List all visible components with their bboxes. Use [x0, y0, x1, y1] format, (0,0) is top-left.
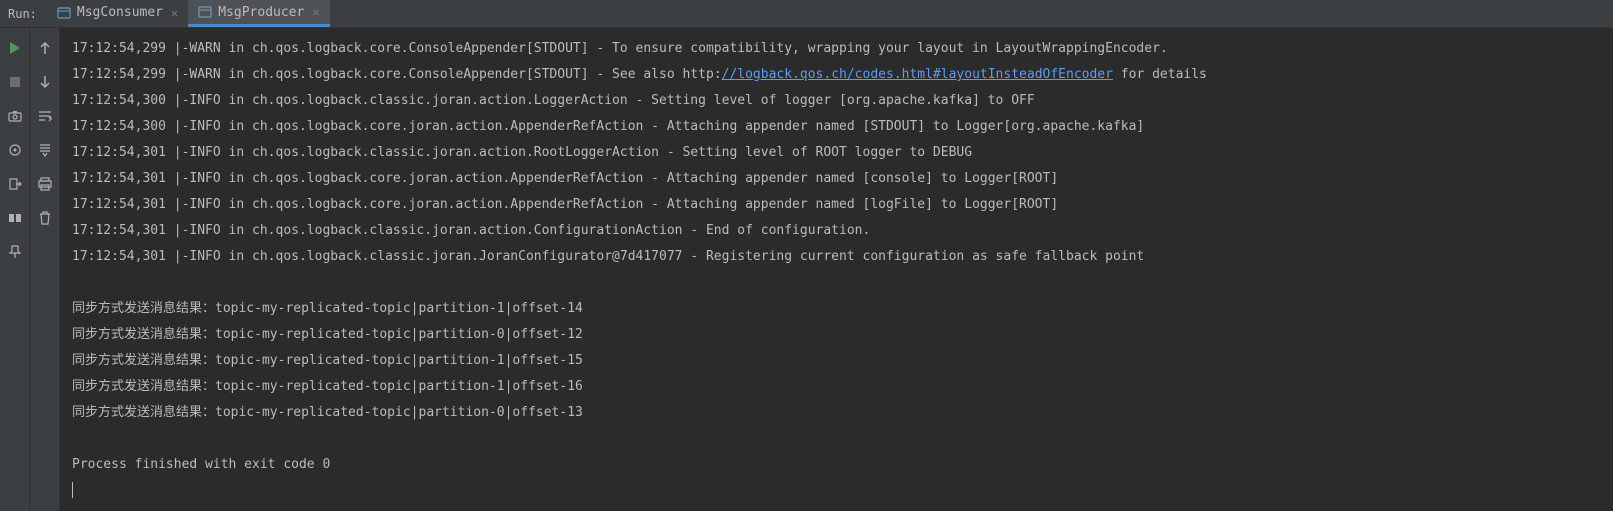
log-link[interactable]: //logback.qos.ch/codes.html#layoutInstea…: [722, 67, 1113, 82]
log-line: 17:12:54,301 |-INFO in ch.qos.logback.co…: [72, 192, 1601, 218]
run-label: Run:: [8, 7, 37, 21]
close-icon[interactable]: ✕: [312, 5, 319, 19]
log-line: [72, 270, 1601, 296]
log-line: 同步方式发送消息结果：topic-my-replicated-topic|par…: [72, 374, 1601, 400]
main-area: 17:12:54,299 |-WARN in ch.qos.logback.co…: [0, 28, 1613, 511]
camera-icon[interactable]: [5, 106, 25, 126]
print-icon[interactable]: [35, 174, 55, 194]
log-line: 17:12:54,301 |-INFO in ch.qos.logback.cl…: [72, 140, 1601, 166]
up-arrow-icon[interactable]: [35, 38, 55, 58]
log-line: 17:12:54,301 |-INFO in ch.qos.logback.cl…: [72, 244, 1601, 270]
log-line: 17:12:54,301 |-INFO in ch.qos.logback.co…: [72, 166, 1601, 192]
soft-wrap-icon[interactable]: [35, 106, 55, 126]
log-line: 同步方式发送消息结果：topic-my-replicated-topic|par…: [72, 322, 1601, 348]
run-config-icon: [198, 5, 212, 19]
tab-msgproducer[interactable]: MsgProducer ✕: [188, 0, 329, 27]
log-line: 17:12:54,300 |-INFO in ch.qos.logback.co…: [72, 114, 1601, 140]
log-line: 17:12:54,300 |-INFO in ch.qos.logback.cl…: [72, 88, 1601, 114]
log-line: 同步方式发送消息结果：topic-my-replicated-topic|par…: [72, 296, 1601, 322]
tab-label: MsgConsumer: [77, 5, 163, 20]
close-icon[interactable]: ✕: [171, 6, 178, 20]
stop-disabled-icon: [5, 72, 25, 92]
run-config-icon: [57, 6, 71, 20]
tab-label: MsgProducer: [218, 5, 304, 20]
trash-icon[interactable]: [35, 208, 55, 228]
log-line: 17:12:54,299 |-WARN in ch.qos.logback.co…: [72, 36, 1601, 62]
log-line: Process finished with exit code 0: [72, 452, 1601, 478]
caret-line: [72, 478, 1601, 504]
console-output[interactable]: 17:12:54,299 |-WARN in ch.qos.logback.co…: [60, 28, 1613, 511]
console-toolbar: [30, 28, 60, 511]
run-header: Run: MsgConsumer ✕ MsgProducer ✕: [0, 0, 1613, 28]
pin-icon[interactable]: [5, 242, 25, 262]
exit-icon[interactable]: [5, 174, 25, 194]
log-line: 17:12:54,299 |-WARN in ch.qos.logback.co…: [72, 62, 1601, 88]
layout-icon[interactable]: [5, 208, 25, 228]
log-line: [72, 426, 1601, 452]
log-line: 同步方式发送消息结果：topic-my-replicated-topic|par…: [72, 400, 1601, 426]
scroll-to-end-icon[interactable]: [35, 140, 55, 160]
log-line: 17:12:54,301 |-INFO in ch.qos.logback.cl…: [72, 218, 1601, 244]
caret-icon: [72, 482, 73, 498]
rerun-button[interactable]: [5, 38, 25, 58]
log-line: 同步方式发送消息结果：topic-my-replicated-topic|par…: [72, 348, 1601, 374]
debug-icon[interactable]: [5, 140, 25, 160]
tab-msgconsumer[interactable]: MsgConsumer ✕: [47, 0, 188, 27]
left-gutter: [0, 28, 30, 511]
down-arrow-icon[interactable]: [35, 72, 55, 92]
